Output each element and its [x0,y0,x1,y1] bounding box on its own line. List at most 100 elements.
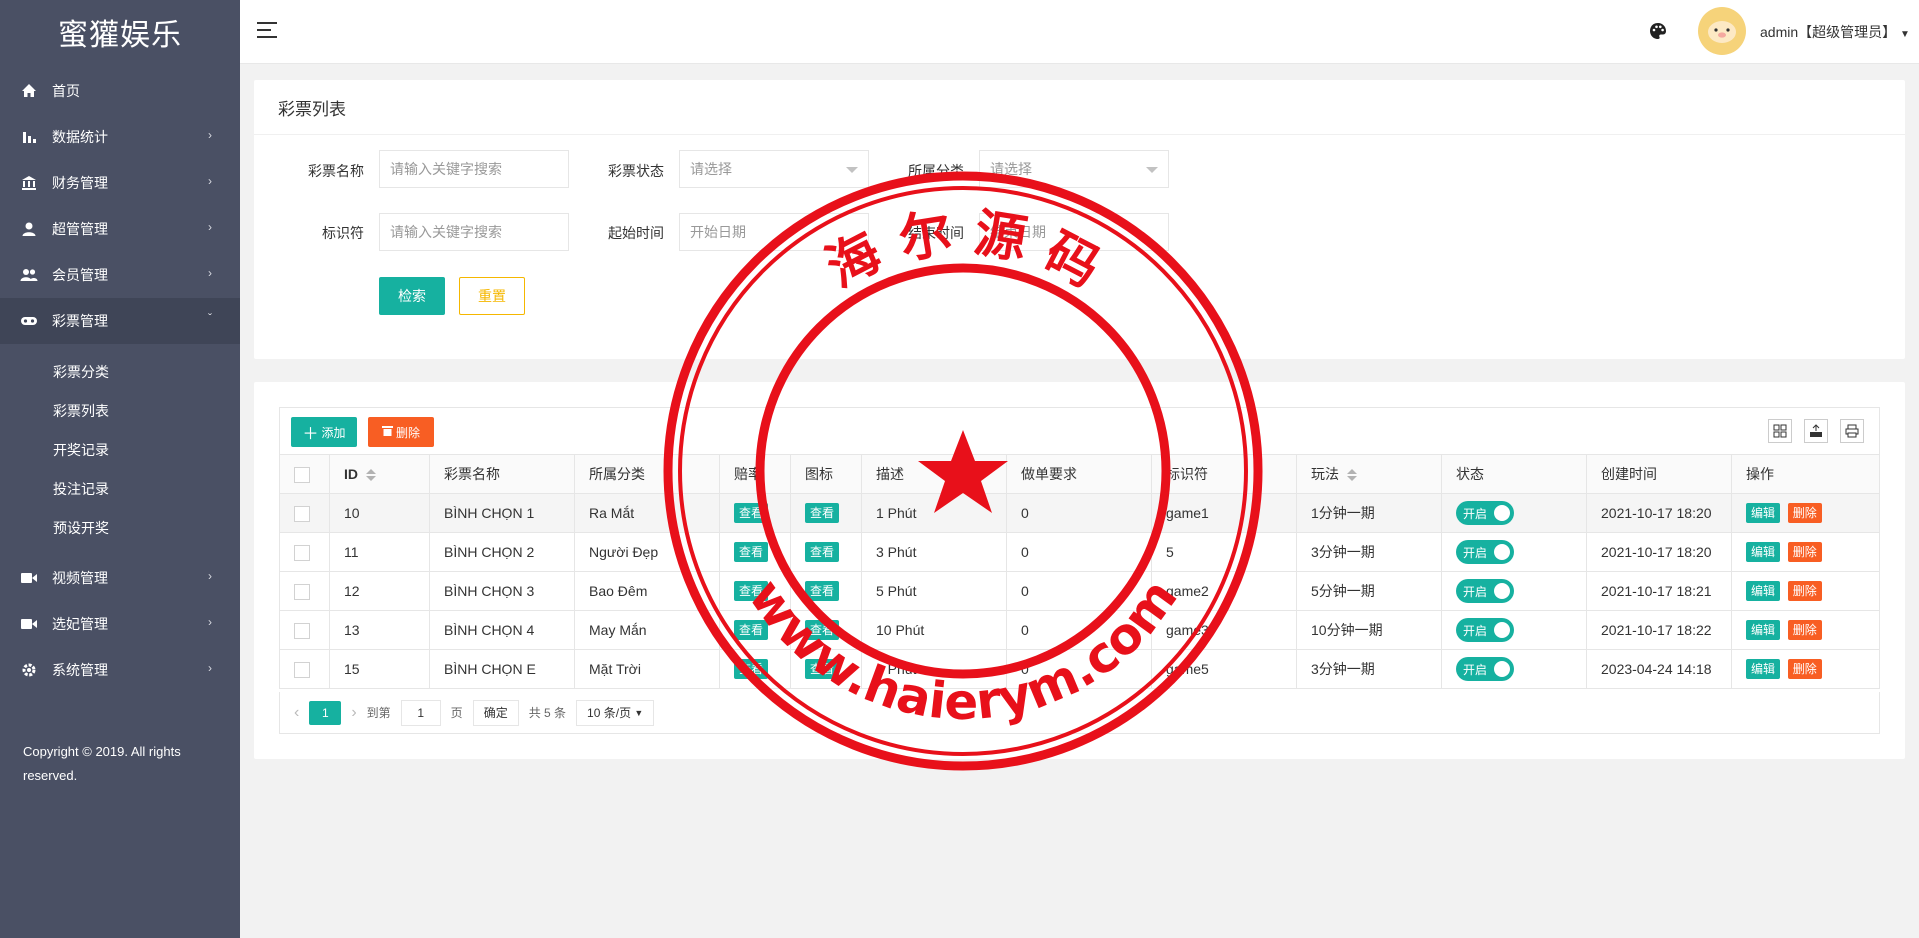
view-odds-button[interactable]: 查看 [734,503,769,523]
status-toggle[interactable]: 开启 [1456,579,1514,603]
view-icon-button[interactable]: 查看 [805,659,840,679]
row-checkbox[interactable] [294,583,310,600]
page-size-select[interactable]: 10 条/页 ▼ [576,699,655,726]
reset-button[interactable]: 重置 [459,277,525,315]
lottery-status-select[interactable]: 请选择 [679,150,869,188]
end-date-input[interactable]: 结束日期 [979,213,1169,251]
view-odds-button[interactable]: 查看 [734,542,769,562]
cell-actions: 编辑 删除 [1731,649,1880,689]
view-odds-button[interactable]: 查看 [734,620,769,640]
row-delete-button[interactable]: 删除 [1787,659,1822,679]
cell-name: BÌNH CHỌN 4 [429,610,575,650]
view-icon-button[interactable]: 查看 [805,503,840,523]
delete-button[interactable]: 删除 [368,417,434,447]
add-button[interactable]: ＋添加 [291,417,357,447]
next-page-icon[interactable]: › [351,704,356,722]
search-button[interactable]: 检索 [379,277,445,315]
sidebar-item-system[interactable]: 系统管理 › [0,647,240,693]
app-logo: 蜜獾娱乐 [58,18,182,53]
sort-icon[interactable] [1347,469,1357,482]
table-row[interactable]: 13 BÌNH CHỌN 4 May Mắn 查看 查看 10 Phút 0 game3 10分… [279,610,1880,650]
sidebar-item-members[interactable]: 会员管理 › [0,252,240,298]
row-checkbox[interactable] [294,622,310,639]
col-label: ID [344,466,358,482]
lottery-name-input[interactable]: 请输入关键字搜索 [379,150,569,188]
status-toggle[interactable]: 开启 [1456,540,1514,564]
sidebar-subitem-preset-draw[interactable]: 预设开奖 [0,508,240,547]
sidebar-item-video[interactable]: 视频管理 › [0,555,240,601]
sidebar-item-home[interactable]: 首页 [0,68,240,114]
cell-play: 3分钟一期 [1296,532,1442,572]
edit-button[interactable]: 编辑 [1746,503,1781,523]
columns-filter-icon[interactable] [1768,419,1792,443]
palette-icon[interactable] [1648,21,1668,41]
avatar[interactable] [1698,7,1746,55]
sidebar-subitem-draw-records[interactable]: 开奖记录 [0,430,240,469]
view-odds-button[interactable]: 查看 [734,659,769,679]
row-delete-button[interactable]: 删除 [1787,542,1822,562]
user-name: admin【超级管理员】 [1760,24,1897,40]
status-toggle[interactable]: 开启 [1456,501,1514,525]
table-row[interactable]: 15 BÌNH CHỌN E Mặt Trời 查看 查看 3 Phút 0 game5 3分钟… [279,649,1880,689]
sidebar-item-admins[interactable]: 超管管理 › [0,206,240,252]
sidebar-item-stats[interactable]: 数据统计 › [0,114,240,160]
row-select-cell [279,571,330,611]
page-1-button[interactable]: 1 [309,700,342,725]
chevron-down-icon: ▼ [634,707,644,718]
view-icon-button[interactable]: 查看 [805,581,840,601]
video-icon [20,569,38,587]
export-icon[interactable] [1804,419,1828,443]
menu-toggle-icon[interactable] [257,22,277,38]
status-toggle[interactable]: 开启 [1456,618,1514,642]
col-category: 所属分类 [574,454,720,494]
cell-play: 1分钟一期 [1296,493,1442,533]
cell-odds: 查看 [719,532,791,572]
sidebar-subitem-lottery-list[interactable]: 彩票列表 [0,391,240,430]
sidebar-item-finance[interactable]: 财务管理 › [0,160,240,206]
cell-created: 2021-10-17 18:21 [1586,571,1732,611]
row-delete-button[interactable]: 删除 [1787,503,1822,523]
sidebar-subitem-lottery-category[interactable]: 彩票分类 [0,352,240,391]
user-menu[interactable]: admin【超级管理员】 ▼ [1760,22,1910,42]
row-checkbox[interactable] [294,544,310,561]
sidebar-subitem-bet-records[interactable]: 投注记录 [0,469,240,508]
print-icon[interactable] [1840,419,1864,443]
col-desc: 描述 [861,454,1007,494]
table-row[interactable]: 12 BÌNH CHỌN 3 Bao Đêm 查看 查看 5 Phút 0 game2 5分钟一… [279,571,1880,611]
select-all-checkbox[interactable] [294,466,310,483]
view-icon-button[interactable]: 查看 [805,620,840,640]
edit-button[interactable]: 编辑 [1746,620,1781,640]
view-odds-button[interactable]: 查看 [734,581,769,601]
key-input[interactable]: 请输入关键字搜索 [379,213,569,251]
category-select[interactable]: 请选择 [979,150,1169,188]
edit-button[interactable]: 编辑 [1746,581,1781,601]
page-input[interactable]: 1 [400,699,441,726]
row-checkbox[interactable] [294,661,310,678]
table-row[interactable]: 10 BÌNH CHỌN 1 Ra Mắt 查看 查看 1 Phút 0 game1 1分钟一期… [279,493,1880,533]
view-icon-button[interactable]: 查看 [805,542,840,562]
sidebar-item-lottery[interactable]: 彩票管理 ˇ [0,298,240,344]
chevron-right-icon: › [208,220,212,234]
edit-button[interactable]: 编辑 [1746,542,1781,562]
select-value: 请选择 [990,161,1032,177]
cell-icon: 查看 [790,532,862,572]
status-toggle[interactable]: 开启 [1456,657,1514,681]
table-row[interactable]: 11 BÌNH CHỌN 2 Người Đẹp 查看 查看 3 Phút 0 5 3分钟一期开… [279,532,1880,572]
chevron-right-icon: › [208,266,212,280]
col-id[interactable]: ID [329,454,430,494]
row-delete-button[interactable]: 删除 [1787,581,1822,601]
edit-button[interactable]: 编辑 [1746,659,1781,679]
confirm-page-button[interactable]: 确定 [472,699,519,726]
sort-icon[interactable] [366,469,376,482]
row-checkbox[interactable] [294,505,310,522]
cell-requirement: 0 [1006,532,1152,572]
cell-desc: 3 Phút [861,532,1007,572]
page-unit-label: 页 [450,706,463,720]
start-date-input[interactable]: 开始日期 [679,213,869,251]
table-toolbar: ＋添加 删除 [279,407,1880,454]
sidebar-item-select[interactable]: 选妃管理 › [0,601,240,647]
sidebar-item-label: 会员管理 [52,267,108,283]
row-delete-button[interactable]: 删除 [1787,620,1822,640]
col-play[interactable]: 玩法 [1296,454,1442,494]
prev-page-icon[interactable]: ‹ [294,704,299,722]
